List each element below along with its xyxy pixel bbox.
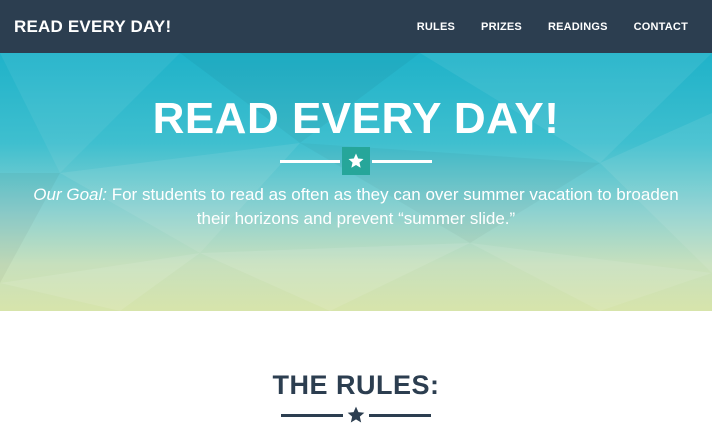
divider-line-right [369,413,431,417]
divider-line-left [280,159,340,163]
navbar: READ EVERY DAY! RULES PRIZES READINGS CO… [0,0,712,53]
hero-background [0,53,712,311]
nav-links: RULES PRIZES READINGS CONTACT [391,21,688,33]
nav-link-rules[interactable]: RULES [417,21,455,33]
nav-link-prizes[interactable]: PRIZES [481,21,522,33]
hero-goal-text: Our Goal: For students to read as often … [18,183,694,231]
divider-line-left [281,413,343,417]
brand-link[interactable]: READ EVERY DAY! [14,17,171,37]
goal-label: Our Goal: [33,185,107,204]
rules-section-title: THE RULES: [272,370,440,400]
star-icon [342,147,370,175]
divider-line-right [372,159,432,163]
hero-title: READ EVERY DAY! [152,94,560,143]
rules-divider [0,404,712,426]
star-icon [344,404,368,426]
hero-section: READ EVERY DAY! Our Goal: For students t… [0,53,712,311]
hero-divider [0,147,712,175]
nav-link-contact[interactable]: CONTACT [634,21,688,33]
goal-description: For students to read as often as they ca… [107,185,679,228]
nav-link-readings[interactable]: READINGS [548,21,608,33]
